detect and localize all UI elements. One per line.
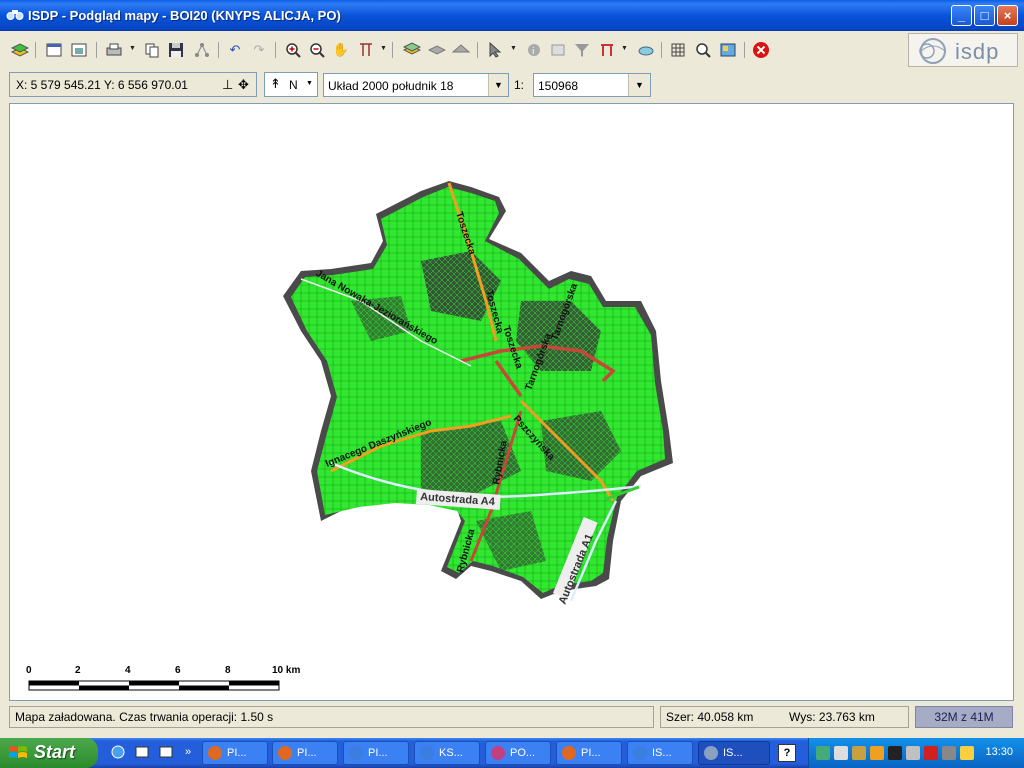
properties-icon[interactable] bbox=[44, 40, 64, 60]
firefox-icon bbox=[562, 746, 576, 760]
chevron-down-icon[interactable]: ▼ bbox=[488, 74, 508, 96]
tray-app-icon[interactable] bbox=[960, 746, 974, 760]
ie-icon bbox=[420, 746, 434, 760]
layers-icon[interactable] bbox=[10, 40, 30, 60]
measure-icon[interactable] bbox=[356, 40, 376, 60]
taskbar-item-active[interactable]: IS... bbox=[698, 741, 770, 765]
north-arrow-selector[interactable]: ↟ N ▼ bbox=[264, 72, 318, 97]
minimize-button[interactable]: _ bbox=[951, 5, 972, 26]
title-bar: ISDP - Podgląd mapy - BOI20 (KNYPS ALICJ… bbox=[0, 0, 1024, 31]
map-height: Wys: 23.763 km bbox=[789, 710, 875, 724]
window-title: ISDP - Podgląd mapy - BOI20 (KNYPS ALICJ… bbox=[28, 8, 341, 23]
ie-icon bbox=[349, 746, 363, 760]
more-quicklaunch[interactable]: » bbox=[180, 744, 196, 760]
map-scalebar: 0 2 4 6 8 10 km bbox=[26, 665, 300, 691]
zoom-in-icon[interactable] bbox=[283, 40, 303, 60]
coordinates-text: X: 5 579 545.21 Y: 6 556 970.01 bbox=[16, 78, 188, 92]
binoculars-icon bbox=[6, 7, 24, 23]
windows-flag-icon bbox=[9, 746, 27, 758]
status-message: Mapa załadowana. Czas trwania operacji: … bbox=[9, 706, 654, 728]
print-icon[interactable] bbox=[104, 40, 124, 60]
clock: 13:30 bbox=[985, 746, 1013, 758]
pan-hand-icon[interactable]: ✋ bbox=[331, 40, 351, 60]
tray-app-icon[interactable] bbox=[888, 746, 902, 760]
scale-value: 150968 bbox=[538, 79, 579, 93]
java-icon[interactable] bbox=[852, 746, 866, 760]
scalebar-tick: 2 bbox=[75, 665, 81, 676]
search-map-icon[interactable] bbox=[693, 40, 713, 60]
scalebar-tick: 8 bbox=[225, 665, 231, 676]
layer-add-icon[interactable] bbox=[402, 40, 422, 60]
map-width: Szer: 40.058 km bbox=[666, 710, 754, 724]
north-label: N bbox=[289, 78, 298, 92]
scalebar-tick: 10 km bbox=[272, 665, 300, 676]
info-icon[interactable]: i bbox=[524, 40, 544, 60]
layer-remove-icon[interactable] bbox=[451, 40, 471, 60]
document-icon bbox=[491, 746, 505, 760]
filter-icon[interactable] bbox=[572, 40, 592, 60]
save-icon[interactable] bbox=[166, 40, 186, 60]
antivirus-icon[interactable] bbox=[924, 746, 938, 760]
link-icon[interactable] bbox=[636, 40, 656, 60]
map-view[interactable]: Toszecka Toszecka Toszecka Jana Nowaka-J… bbox=[9, 103, 1014, 701]
stop-icon[interactable] bbox=[751, 40, 771, 60]
firefox-icon bbox=[278, 746, 292, 760]
svg-text:i: i bbox=[532, 47, 535, 57]
start-button[interactable]: Start bbox=[0, 738, 98, 768]
help-icon[interactable]: ? bbox=[778, 744, 796, 762]
firefox-icon bbox=[208, 746, 222, 760]
image-icon[interactable] bbox=[69, 40, 89, 60]
memory-usage: 32M z 41M bbox=[915, 706, 1013, 728]
network-icon[interactable] bbox=[192, 40, 212, 60]
undo-icon[interactable]: ↶ bbox=[225, 40, 245, 60]
map-canvas[interactable]: Toszecka Toszecka Toszecka Jana Nowaka-J… bbox=[10, 104, 1013, 700]
zoom-out-icon[interactable] bbox=[307, 40, 327, 60]
coordinates-display: X: 5 579 545.21 Y: 6 556 970.01 ⊥ ✥ bbox=[9, 72, 257, 97]
taskbar-item[interactable]: PI... bbox=[556, 741, 622, 765]
binoculars-icon bbox=[704, 746, 718, 760]
projection-select[interactable]: Układ 2000 południk 18 ▼ bbox=[323, 73, 509, 97]
tray-app-icon[interactable] bbox=[870, 746, 884, 760]
start-label: Start bbox=[34, 742, 76, 762]
redo-icon[interactable]: ↷ bbox=[249, 40, 269, 60]
scalebar-tick: 4 bbox=[125, 665, 131, 676]
taskbar-item[interactable]: PI... bbox=[272, 741, 338, 765]
scalebar-tick: 6 bbox=[175, 665, 181, 676]
move-icon[interactable]: ✥ bbox=[238, 77, 249, 93]
network-tray-icon[interactable] bbox=[942, 746, 956, 760]
identify-icon[interactable] bbox=[548, 40, 568, 60]
tray-app-icon[interactable] bbox=[834, 746, 848, 760]
scale-select[interactable]: 150968 ▼ bbox=[533, 73, 651, 97]
copy-icon[interactable] bbox=[142, 40, 162, 60]
north-arrow-icon: ↟ bbox=[270, 76, 281, 91]
ie-icon bbox=[633, 746, 647, 760]
close-button[interactable]: × bbox=[997, 5, 1018, 26]
select-arrow-icon[interactable] bbox=[485, 40, 505, 60]
tray-app-icon[interactable] bbox=[816, 746, 830, 760]
projection-value: Układ 2000 południk 18 bbox=[328, 79, 454, 93]
maximize-button[interactable]: □ bbox=[974, 5, 995, 26]
taskbar-item[interactable]: IS... bbox=[627, 741, 693, 765]
isdp-logo: isdp bbox=[908, 33, 1018, 67]
scale-prefix: 1: bbox=[514, 78, 525, 92]
axis-icon[interactable]: ⊥ bbox=[222, 77, 233, 93]
map-export-icon[interactable] bbox=[718, 40, 738, 60]
ie-quicklaunch-icon[interactable] bbox=[110, 744, 126, 760]
window-quicklaunch-icon[interactable] bbox=[134, 744, 150, 760]
chevron-down-icon[interactable]: ▼ bbox=[628, 74, 650, 96]
map-dimensions: Szer: 40.058 km Wys: 23.763 km bbox=[660, 706, 909, 728]
taskbar-item[interactable]: KS... bbox=[414, 741, 480, 765]
taskbar-item[interactable]: PO... bbox=[485, 741, 551, 765]
toolbar: ▼ ↶ ↷ ✋ ▼ ▼ i ▼ bbox=[0, 31, 1024, 70]
logo-text: isdp bbox=[955, 39, 1000, 64]
grid-icon[interactable] bbox=[668, 40, 688, 60]
taskbar-item[interactable]: PI... bbox=[343, 741, 409, 765]
scalebar-tick: 0 bbox=[26, 665, 32, 676]
taskbar-item[interactable]: PI... bbox=[202, 741, 268, 765]
window-quicklaunch-icon[interactable] bbox=[158, 744, 174, 760]
chevron-down-icon: ▼ bbox=[306, 80, 313, 87]
layer-stack-icon[interactable] bbox=[427, 40, 447, 60]
selection-tool-icon[interactable] bbox=[597, 40, 617, 60]
volume-icon[interactable] bbox=[906, 746, 920, 760]
